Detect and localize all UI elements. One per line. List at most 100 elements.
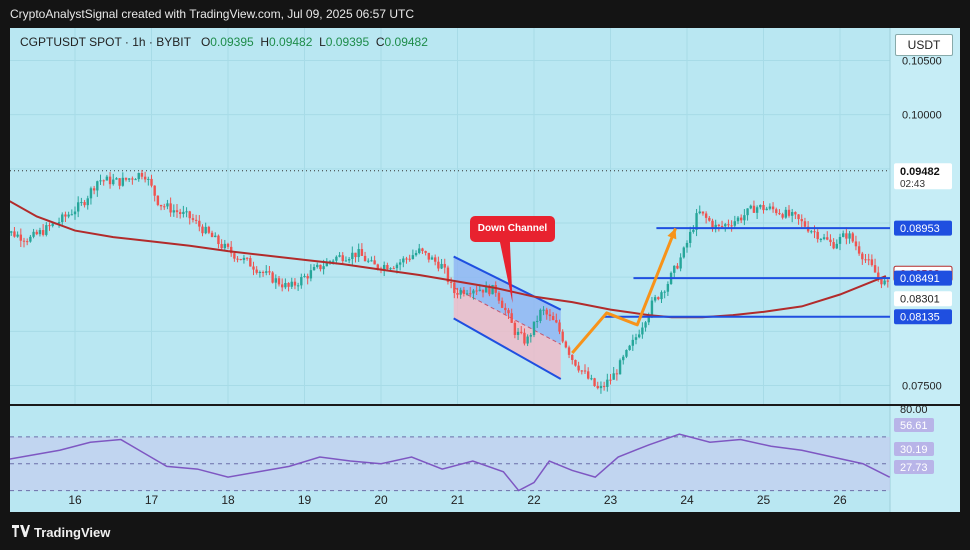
candle-body xyxy=(462,289,466,295)
candle-body xyxy=(96,181,99,191)
candle-body xyxy=(682,247,686,258)
candle-body xyxy=(861,253,864,260)
candle-body xyxy=(465,293,469,295)
candle-body xyxy=(816,231,819,240)
candle-body xyxy=(265,271,268,273)
candle-body xyxy=(838,236,842,244)
candle-body xyxy=(822,237,826,239)
candle-body xyxy=(300,277,303,286)
candle-body xyxy=(166,203,169,207)
price-label-text: 0.08953 xyxy=(900,223,940,235)
candle-body xyxy=(443,263,446,268)
candle-body xyxy=(137,173,140,180)
candle-body xyxy=(542,309,545,311)
candle-body xyxy=(510,313,513,323)
candle-body xyxy=(803,221,807,227)
candle-body xyxy=(469,293,472,295)
candle-body xyxy=(351,252,354,260)
candle-body xyxy=(331,260,335,262)
candle-body xyxy=(886,280,890,282)
candle-body xyxy=(188,211,191,219)
x-tick-label: 17 xyxy=(145,493,159,507)
candle-body xyxy=(131,178,134,180)
candle-body xyxy=(398,262,402,265)
candle-body xyxy=(606,379,609,387)
chart-plot[interactable]: 16 17 18 19 20 21 22 23 24 25 26 0.10500 0.10000 0.07… xyxy=(10,28,960,512)
candle-body xyxy=(424,251,427,253)
candle-body xyxy=(312,267,316,271)
candle-body xyxy=(590,378,593,380)
candle-body xyxy=(529,335,533,337)
candle-body xyxy=(749,205,752,209)
x-tick-label: 25 xyxy=(757,493,771,507)
candle-body xyxy=(386,264,389,270)
candle-body xyxy=(316,264,319,268)
candle-body xyxy=(427,252,431,260)
candle-body xyxy=(153,185,156,196)
candle-body xyxy=(733,221,737,226)
candle-body xyxy=(223,243,227,249)
candle-body xyxy=(472,290,475,294)
candle-body xyxy=(787,209,791,216)
candle-body xyxy=(577,365,580,371)
candle-body xyxy=(306,276,309,279)
candle-body xyxy=(513,322,517,335)
candle-body xyxy=(134,179,137,181)
candle-body xyxy=(319,264,322,270)
symbol-legend: CGPTUSDT SPOT · 1h · BYBIT O0.09395 H0.0… xyxy=(20,35,428,49)
candle-body xyxy=(746,208,749,216)
candle-body xyxy=(252,266,255,270)
candle-body xyxy=(19,234,23,241)
attribution-bar: CryptoAnalystSignal created with Trading… xyxy=(0,0,970,28)
candle-body xyxy=(739,217,743,221)
candle-body xyxy=(363,255,367,262)
candle-body xyxy=(182,211,185,215)
candle-body xyxy=(864,259,867,261)
candle-body xyxy=(45,225,48,235)
candle-body xyxy=(653,297,657,301)
currency-button[interactable]: USDT xyxy=(895,34,953,56)
candle-body xyxy=(873,265,877,273)
candle-body xyxy=(214,235,217,238)
candle-body xyxy=(80,202,83,204)
candle-body xyxy=(523,332,526,344)
candle-body xyxy=(32,231,35,237)
candle-body xyxy=(475,290,478,292)
candle-body xyxy=(373,260,376,265)
x-tick-label: 26 xyxy=(833,493,847,507)
candle-body xyxy=(829,239,832,243)
candle-body xyxy=(303,276,306,278)
candle-body xyxy=(217,235,220,245)
candle-body xyxy=(411,255,415,259)
candle-body xyxy=(392,268,395,270)
candle-body xyxy=(883,280,886,285)
candle-body xyxy=(755,207,759,213)
candle-body xyxy=(309,270,313,279)
candle-body xyxy=(759,205,762,208)
candle-body xyxy=(271,272,274,283)
candle-body xyxy=(347,259,351,261)
candle-body xyxy=(676,265,679,269)
candle-body xyxy=(698,211,701,214)
candle-body xyxy=(118,178,121,186)
candle-body xyxy=(548,314,552,317)
candle-body xyxy=(841,233,845,237)
candle-body xyxy=(641,327,644,335)
candle-body xyxy=(169,203,172,213)
candle-body xyxy=(70,214,74,216)
candle-body xyxy=(226,243,230,247)
candle-body xyxy=(478,289,482,291)
candle-body xyxy=(433,257,437,262)
chart-frame[interactable]: 16 17 18 19 20 21 22 23 24 25 26 0.10500 0.10000 0.07… xyxy=(10,28,960,512)
candle-body xyxy=(800,219,803,222)
candle-body xyxy=(10,231,13,233)
candle-body xyxy=(124,177,128,180)
candle-body xyxy=(765,208,768,211)
candle-body xyxy=(73,211,77,215)
rsi-level-label: 30.19 xyxy=(900,444,928,456)
candle-body xyxy=(121,177,125,186)
candle-body xyxy=(191,218,195,220)
candle-body xyxy=(67,214,70,217)
down-channel-callout: Down Channel xyxy=(470,216,555,242)
candle-body xyxy=(92,188,96,191)
